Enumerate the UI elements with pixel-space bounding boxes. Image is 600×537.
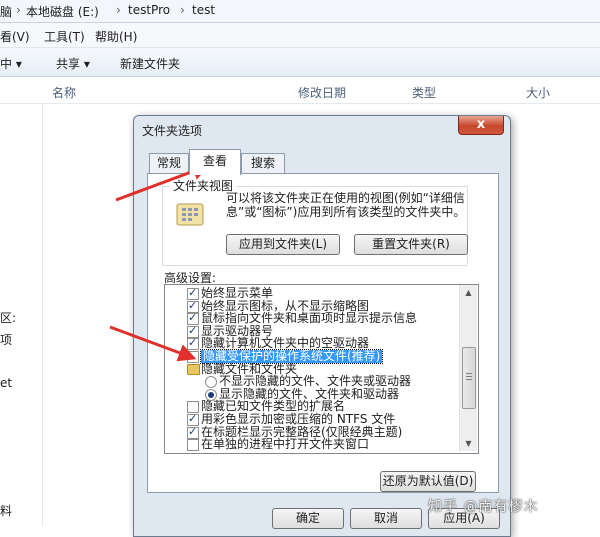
breadcrumb-separator: › [16,3,21,17]
column-headers: 名称 修改日期 类型 大小 [0,77,600,104]
include-in-library-button[interactable]: 中 ▾ [0,55,22,72]
menu-bar: 看(V) 工具(T) 帮助(H) [0,23,600,48]
radio-unselected-icon[interactable] [205,376,217,389]
checkbox-checked-icon[interactable] [187,425,199,439]
scroll-up-icon[interactable]: ▲ [460,285,477,300]
column-size[interactable]: 大小 [526,84,550,101]
folder-icon [187,363,200,375]
column-name[interactable]: 名称 [52,84,76,101]
tab-general[interactable]: 常规 [149,153,189,174]
checkbox-unchecked-icon[interactable] [187,351,199,363]
share-button[interactable]: 共享 ▾ [56,55,90,72]
address-bar[interactable]: 脑 › 本地磁盘 (E:) › testPro › test [0,0,600,23]
checkbox-unchecked-icon[interactable] [187,439,199,452]
navigation-pane: 区: 项 et 料 [0,104,43,526]
address-segment-test[interactable]: test [192,3,215,17]
checkbox-checked-icon[interactable] [187,336,199,351]
watermark: 知乎 @南有樛木 [428,499,539,515]
scroll-thumb[interactable] [462,347,476,409]
reset-folders-button[interactable]: 重置文件夹(R) [354,234,468,255]
nav-item[interactable]: 项 [0,331,12,348]
breadcrumb-separator: › [116,3,121,17]
menu-tools[interactable]: 工具(T) [44,28,85,45]
breadcrumb-separator: › [180,3,185,17]
folder-view-icon [176,201,206,227]
folder-views-description: 可以将该文件夹正在使用的视图(例如“详细信息”或“图标”)应用到所有该类型的文件… [226,191,466,219]
apply-to-folders-button[interactable]: 应用到文件夹(L) [226,234,340,255]
menu-help[interactable]: 帮助(H) [95,28,137,45]
advanced-settings-scrollbar[interactable]: ▲ ▼ [459,285,477,451]
column-modified[interactable]: 修改日期 [298,84,346,101]
scroll-down-icon[interactable]: ▼ [460,436,477,451]
restore-defaults-button[interactable]: 还原为默认值(D) [380,471,476,492]
address-segment-computer[interactable]: 脑 [0,3,12,20]
advanced-setting-item[interactable]: 在单独的进程中打开文件夹窗口 [165,437,460,452]
address-segment-testpro[interactable]: testPro [128,3,170,17]
dialog-title: 文件夹选项 [142,124,203,138]
nav-item[interactable]: 区: [0,309,16,326]
nav-item[interactable]: et [0,376,12,390]
column-type[interactable]: 类型 [412,84,436,101]
menu-view[interactable]: 看(V) [0,28,30,45]
address-segment-drive[interactable]: 本地磁盘 (E:) [26,3,99,20]
new-folder-button[interactable]: 新建文件夹 [120,55,180,72]
advanced-setting-label: 在单独的进程中打开文件夹窗口 [201,437,370,452]
command-bar: 中 ▾ 共享 ▾ 新建文件夹 [0,48,600,77]
advanced-settings-list[interactable]: 始终显示菜单始终显示图标，从不显示缩略图鼠标指向文件夹和桌面项时显示提示信息显示… [164,284,479,454]
tab-search[interactable]: 搜索 [241,153,285,174]
close-button[interactable]: x [458,116,504,135]
nav-item[interactable]: 料 [0,502,12,519]
tab-view[interactable]: 查看 [189,149,241,175]
folder-options-dialog: 文件夹选项 x 常规 查看 搜索 文件夹视图 可以将该文件夹正在使用的视图(例如… [133,115,511,537]
